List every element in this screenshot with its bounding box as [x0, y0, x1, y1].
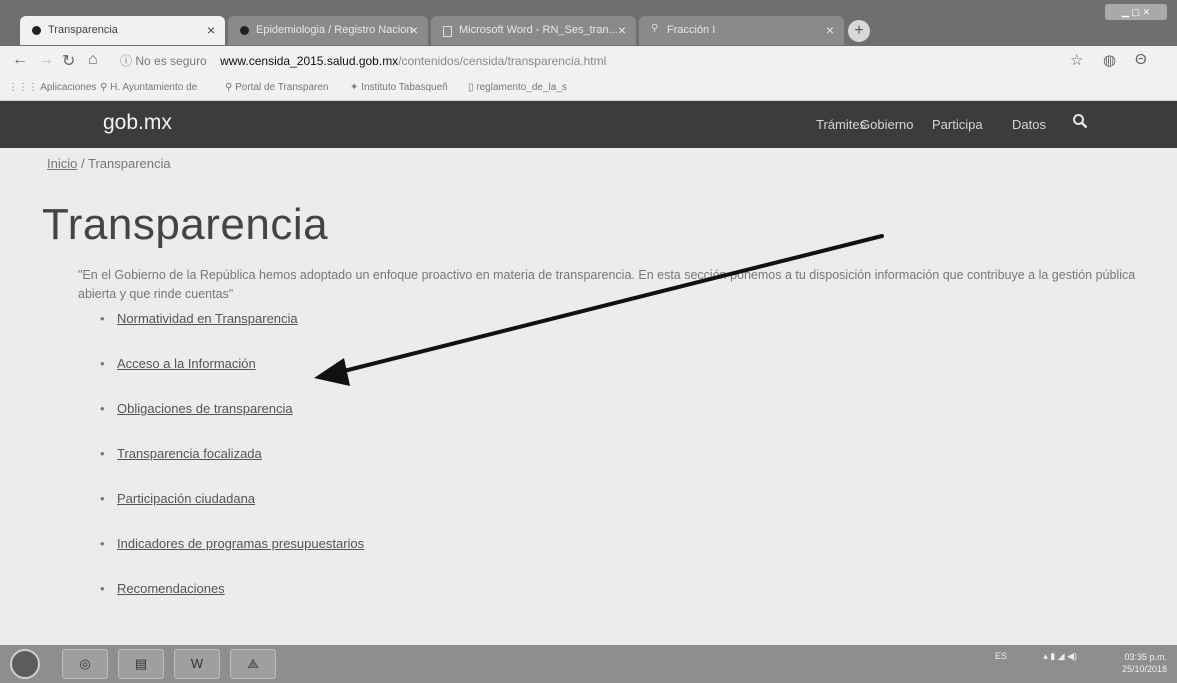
clock-date: 25/10/2018: [1121, 664, 1167, 674]
word-icon[interactable]: W: [174, 649, 220, 679]
clock-time: 03:35 p.m.: [1124, 652, 1167, 662]
language-indicator[interactable]: ES: [995, 651, 1007, 661]
file-explorer-icon[interactable]: ▤: [118, 649, 164, 679]
start-button[interactable]: [10, 649, 40, 679]
chrome-icon[interactable]: ◎: [62, 649, 108, 679]
tray-icons[interactable]: ▴ ▮ ◢ ◀): [1043, 651, 1077, 662]
annotation-arrow-icon: [314, 234, 884, 386]
pdf-reader-icon[interactable]: ⟁: [230, 649, 276, 679]
taskbar: ◎ ▤ W ⟁ ES ▴ ▮ ◢ ◀) 03:35 p.m. 25/10/201…: [0, 645, 1177, 683]
browser-window: Transparencia × Epidemiologia / Registro…: [0, 0, 1177, 683]
clock[interactable]: 03:35 p.m. 25/10/2018: [1122, 651, 1167, 675]
